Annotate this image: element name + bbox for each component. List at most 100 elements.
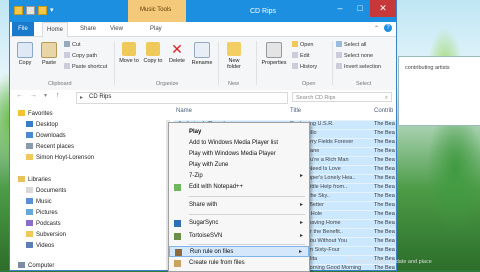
forward-icon[interactable]: → xyxy=(30,92,37,99)
star-icon xyxy=(18,110,25,116)
nav-computer[interactable]: Computer xyxy=(18,262,54,269)
select-all-button[interactable]: Select all xyxy=(336,41,366,48)
menu-item-sugarsync[interactable]: SugarSync ▸ xyxy=(169,218,309,229)
column-header-contributing[interactable]: Contrib xyxy=(374,108,393,114)
tooltip: Rename images to date and place xyxy=(348,256,468,268)
tab-file[interactable]: File xyxy=(12,22,34,36)
nav-item-pictures[interactable]: Pictures xyxy=(26,209,58,216)
open-button[interactable]: Open xyxy=(292,41,313,48)
back-icon[interactable]: ← xyxy=(16,92,23,99)
menu-item-label: Edit with Notepad++ xyxy=(189,184,244,190)
contextual-tab-label: Music Tools xyxy=(140,7,172,13)
edit-button[interactable]: Edit xyxy=(292,52,309,59)
menu-item-tortoisesvn[interactable]: TortoiseSVN ▸ xyxy=(169,231,309,242)
select-none-button[interactable]: Select none xyxy=(336,52,373,59)
move-to-button[interactable]: Move to xyxy=(118,42,140,64)
menu-item-play-with-wmp[interactable]: Play with Windows Media Player xyxy=(169,149,309,160)
copy-path-button[interactable]: Copy path xyxy=(64,52,97,59)
nav-computer-label: Computer xyxy=(28,263,55,269)
help-icon[interactable]: ? xyxy=(384,24,392,32)
address-path-field[interactable]: ▸ CD Rips xyxy=(76,92,288,104)
rule-icon xyxy=(175,249,182,256)
select-none-label: Select none xyxy=(344,53,374,59)
tab-share[interactable]: Share xyxy=(76,22,100,36)
history-icon xyxy=(292,63,298,69)
folder-icon xyxy=(14,6,23,15)
properties-icon[interactable] xyxy=(26,6,35,15)
invert-selection-button[interactable]: Invert selection xyxy=(336,63,381,70)
nav-favorites[interactable]: Favorites xyxy=(18,110,53,117)
properties-icon xyxy=(266,42,282,58)
tortoisesvn-icon xyxy=(174,233,181,240)
cell-contributing-artists: The Bea xyxy=(374,193,395,199)
nav-item-music[interactable]: Music xyxy=(26,198,52,205)
nav-item-user-folder[interactable]: Simon Hoyt-Lorenson xyxy=(26,154,94,161)
paste-shortcut-label: Paste shortcut xyxy=(72,64,108,70)
tab-play[interactable]: Play xyxy=(146,22,166,36)
copy-button[interactable]: Copy xyxy=(14,42,36,66)
downloads-icon xyxy=(26,132,33,138)
menu-item-run-rule[interactable]: Run rule on files ▸ xyxy=(169,246,309,257)
menu-item-play-with-zune[interactable]: Play with Zune xyxy=(169,160,309,171)
copy-path-label: Copy path xyxy=(72,53,98,59)
nav-item-podcasts[interactable]: Podcasts xyxy=(26,220,61,227)
ribbon-collapse-icon[interactable]: ⌃ xyxy=(374,25,379,32)
copy-path-icon xyxy=(64,52,70,58)
menu-item-play[interactable]: Play xyxy=(169,127,309,138)
notepad-icon xyxy=(174,184,181,191)
menu-item-edit-notepad[interactable]: Edit with Notepad++ xyxy=(169,182,309,193)
menu-item-label: Play with Zune xyxy=(189,162,229,168)
copy-to-button[interactable]: Copy to xyxy=(142,42,164,64)
history-button[interactable]: History xyxy=(292,63,317,70)
new-folder-icon xyxy=(227,42,241,56)
search-icon: ⌕ xyxy=(384,95,388,101)
nav-item-downloads[interactable]: Downloads xyxy=(26,132,66,139)
background-window-text: contributing artists xyxy=(405,65,450,71)
nav-item-recent-places[interactable]: Recent places xyxy=(26,143,74,150)
cell-contributing-artists: The Bea xyxy=(374,139,395,145)
cut-label: Cut xyxy=(72,42,81,48)
new-folder-button[interactable]: New folder xyxy=(222,42,246,70)
nav-item-label: Music xyxy=(36,199,52,205)
up-icon[interactable]: ↑ xyxy=(56,92,60,99)
maximize-icon[interactable]: □ xyxy=(350,0,370,17)
delete-label: Delete xyxy=(169,58,185,64)
column-header-title[interactable]: Title xyxy=(290,108,301,114)
menu-item-share-with[interactable]: Share with ▸ xyxy=(169,200,309,211)
rename-button[interactable]: Rename xyxy=(190,42,214,66)
paste-shortcut-button[interactable]: Paste shortcut xyxy=(64,63,107,70)
close-icon[interactable]: ✕ xyxy=(370,0,396,17)
submenu-arrow-icon: ▸ xyxy=(298,249,302,255)
menu-item-add-to-wmp[interactable]: Add to Windows Media Player list xyxy=(169,138,309,149)
menu-item-label: Run rule on files xyxy=(190,249,234,255)
menu-item-create-rule[interactable]: Create rule from files xyxy=(169,258,309,269)
videos-icon xyxy=(26,242,33,248)
nav-item-videos[interactable]: Videos xyxy=(26,242,54,249)
recent-dropdown-icon[interactable]: ▾ xyxy=(44,92,47,99)
delete-button[interactable]: ✕ Delete xyxy=(166,42,188,64)
nav-item-label: Simon Hoyt-Lorenson xyxy=(36,155,95,161)
rename-label: Rename xyxy=(191,60,213,66)
tab-home[interactable]: Home xyxy=(42,22,69,38)
menu-item-label: Play xyxy=(189,129,202,135)
nav-item-documents[interactable]: Documents xyxy=(26,187,66,194)
nav-item-desktop[interactable]: Desktop xyxy=(26,121,58,128)
cut-button[interactable]: Cut xyxy=(64,41,81,48)
menu-item-label: Add to Windows Media Player list xyxy=(189,140,279,146)
nav-item-label: Podcasts xyxy=(36,221,61,227)
search-input[interactable]: Search CD Rips ⌕ xyxy=(292,92,392,102)
sugarsync-icon xyxy=(174,220,181,227)
menu-item-7zip[interactable]: 7-Zip ▸ xyxy=(169,171,309,182)
cell-contributing-artists: The Bea xyxy=(374,220,395,226)
properties-button[interactable]: Properties xyxy=(260,42,288,66)
cell-contributing-artists: The Bea xyxy=(374,211,395,217)
nav-libraries[interactable]: Libraries xyxy=(18,176,51,183)
quick-access-dropdown-icon[interactable]: ▾ xyxy=(50,6,54,14)
minimize-icon[interactable]: – xyxy=(330,0,350,17)
nav-item-subversion[interactable]: Subversion xyxy=(26,231,66,238)
recent-places-icon xyxy=(26,143,33,149)
column-header-name[interactable]: Name xyxy=(176,108,192,114)
tab-view[interactable]: View xyxy=(106,22,127,36)
new-folder-icon[interactable] xyxy=(38,6,47,15)
paste-button[interactable]: Paste xyxy=(38,42,60,66)
